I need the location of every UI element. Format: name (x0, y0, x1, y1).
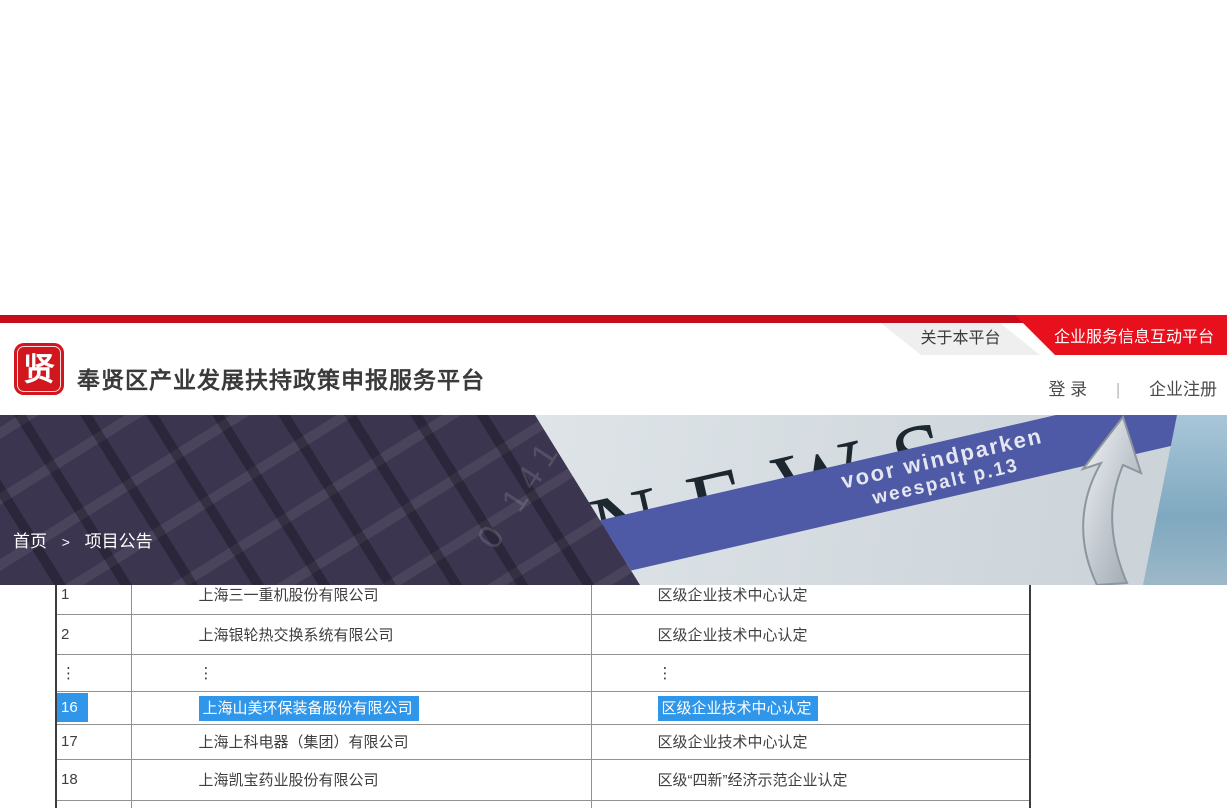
cell-ellipsis: ⋮ (591, 654, 1030, 691)
cell-company: 上海银轮热交换系统有限公司 (131, 614, 591, 654)
cell-ellipsis: ⋮ (56, 654, 131, 691)
table-row: 2 上海银轮热交换系统有限公司 区级企业技术中心认定 (56, 614, 1030, 654)
cell-ellipsis: ⋮ (131, 654, 591, 691)
newspaper-photo: NEWS voor windparken weespalt p.13 (0, 415, 1227, 585)
cell-policy: 区级企业技术中心认定 (591, 691, 1030, 724)
selected-text: 区级企业技术中心认定 (658, 696, 818, 721)
cell-no: 18 (56, 759, 131, 800)
table-row: 17 上海上科电器（集团）有限公司 区级企业技术中心认定 (56, 724, 1030, 759)
cell-policy: 区级企业技术中心认定 (591, 614, 1030, 654)
login-register-divider: | (1116, 380, 1120, 399)
breadcrumb-home-link[interactable]: 首页 (13, 532, 47, 551)
cell-policy: 区级“四新”经济示范企业认定 (591, 759, 1030, 800)
cell-no (56, 800, 131, 808)
table-row: 18 上海凯宝药业股份有限公司 区级“四新”经济示范企业认定 (56, 759, 1030, 800)
account-links: 登 录 | 企业注册 (1048, 375, 1217, 400)
cell-company: 上海上科电器（集团）有限公司 (131, 724, 591, 759)
cell-no: 17 (56, 724, 131, 759)
cell-company: 上海山美环保装备股份有限公司 (131, 691, 591, 724)
selected-text: 上海山美环保装备股份有限公司 (199, 696, 419, 721)
cell-policy: 区级企业技术中心认定 (591, 724, 1030, 759)
breadcrumb: 首页 > 项目公告 (13, 527, 153, 552)
cell-no: 2 (56, 614, 131, 654)
up-arrow-graphic (1035, 415, 1165, 585)
table-row-ellipsis: ⋮ ⋮ ⋮ (56, 654, 1030, 691)
news-banner: 0 141 0000 1 NEWS voor windparken weespa… (0, 415, 1227, 585)
site-title: 奉贤区产业发展扶持政策申报服务平台 (77, 361, 485, 395)
cell-policy (591, 800, 1030, 808)
table-row-partial (56, 800, 1030, 808)
table-row-selected: 16 上海山美环保装备股份有限公司 区级企业技术中心认定 (56, 691, 1030, 724)
breadcrumb-separator: > (62, 534, 70, 550)
cell-company: 上海凯宝药业股份有限公司 (131, 759, 591, 800)
breadcrumb-current[interactable]: 项目公告 (85, 532, 153, 551)
register-link[interactable]: 企业注册 (1149, 380, 1217, 399)
login-link[interactable]: 登 录 (1048, 380, 1087, 399)
cell-no: 16 (56, 691, 131, 724)
site-logo-seal: 贤 (14, 343, 64, 395)
cell-company (131, 800, 591, 808)
selected-text: 16 (57, 693, 88, 722)
